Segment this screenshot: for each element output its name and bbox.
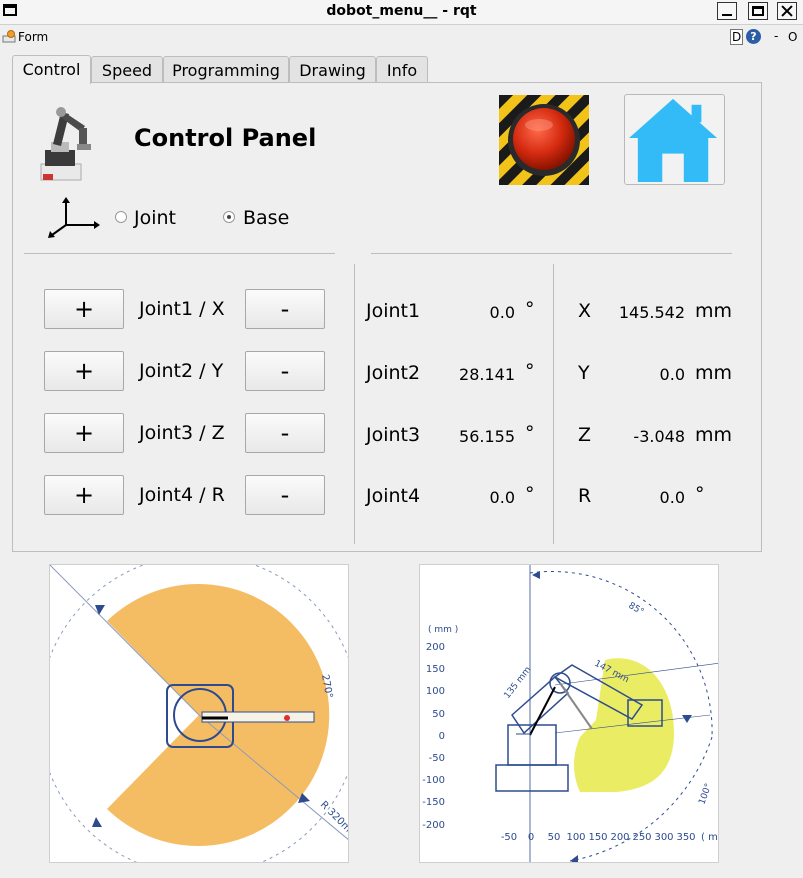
tab-drawing[interactable]: Drawing xyxy=(289,56,376,83)
y-tick-label: -100 xyxy=(422,775,445,786)
mm-unit-label: ( mm ) xyxy=(428,625,458,635)
x-value: 145.542 xyxy=(618,303,685,322)
arm1-length-label: 135 mm xyxy=(502,665,533,701)
x-tick-label: 50 xyxy=(548,832,561,843)
joint3-name: Joint3 xyxy=(366,424,421,446)
x-tick-label: -50 xyxy=(501,832,517,843)
separator xyxy=(24,253,335,254)
angle2-label: 100° xyxy=(697,782,714,806)
robot-arm-image xyxy=(40,107,91,181)
tab-info[interactable]: Info xyxy=(376,56,428,83)
z-value: -3.048 xyxy=(633,427,685,446)
joint1-plus-button[interactable]: + xyxy=(44,289,124,329)
x-name: X xyxy=(578,300,592,322)
minimize-plugin-button[interactable]: - xyxy=(774,29,778,43)
joint3-value: 56.155 xyxy=(459,427,515,446)
joint4-plus-button[interactable]: + xyxy=(44,475,124,515)
emergency-stop-button[interactable] xyxy=(499,95,589,185)
minimize-button[interactable] xyxy=(717,2,737,20)
joint1-value: 0.0 xyxy=(489,303,515,322)
r-unit: ° xyxy=(695,483,705,505)
tab-control[interactable]: Control xyxy=(12,55,91,84)
radio-base[interactable] xyxy=(223,211,235,223)
x-tick-label: 0 xyxy=(528,832,534,843)
separator xyxy=(553,264,554,544)
home-icon xyxy=(629,98,718,183)
reach-radius-label: R 320mm xyxy=(318,799,349,841)
maximize-button[interactable] xyxy=(748,2,768,20)
joint4-unit: ° xyxy=(525,483,535,505)
coordinate-axes-icon xyxy=(48,197,100,238)
y-tick-label: 100 xyxy=(426,686,445,697)
joint4-minus-button[interactable]: - xyxy=(245,475,325,515)
page-title: Control Panel xyxy=(134,124,317,152)
home-button[interactable] xyxy=(624,94,725,185)
joint3-minus-button[interactable]: - xyxy=(245,413,325,453)
joint1-name: Joint1 xyxy=(366,300,421,322)
joint2-unit: ° xyxy=(525,360,535,382)
r-value: 0.0 xyxy=(659,488,685,507)
x-tick-label: 100 xyxy=(566,832,585,843)
title-bar: dobot_menu__ - rqt xyxy=(0,0,803,25)
joint2-name: Joint2 xyxy=(366,362,421,384)
y-value: 0.0 xyxy=(659,365,685,384)
y-tick-label: 50 xyxy=(432,709,445,720)
angle1-label: 85° xyxy=(627,601,646,618)
close-plugin-button[interactable]: O xyxy=(788,30,797,44)
joint3-plus-button[interactable]: + xyxy=(44,413,124,453)
side-view-drawing: ( mm ) 200 150 100 50 0 -50 -100 -150 -2… xyxy=(422,565,719,862)
tab-programming[interactable]: Programming xyxy=(163,56,289,83)
tab-speed[interactable]: Speed xyxy=(91,56,163,83)
radio-joint-label: Joint xyxy=(134,207,176,229)
z-name: Z xyxy=(578,424,592,446)
x-unit-label: ( mm xyxy=(701,832,719,843)
joint2-value: 28.141 xyxy=(459,365,515,384)
y-tick-label: -200 xyxy=(422,820,445,831)
x-tick-label: 200 xyxy=(610,832,629,843)
plugin-icon xyxy=(2,30,16,43)
close-button[interactable] xyxy=(777,2,797,20)
joint4-name: Joint4 xyxy=(366,485,421,507)
y-tick-label: -50 xyxy=(429,753,445,764)
top-view-workspace-diagram: 270° R 320mm xyxy=(49,564,349,863)
z-unit: mm xyxy=(695,424,733,446)
y-tick-label: 200 xyxy=(426,642,445,653)
joint2-jog-label: Joint2 / Y xyxy=(139,360,224,382)
radio-joint[interactable] xyxy=(115,211,127,223)
joint2-minus-button[interactable]: - xyxy=(245,351,325,391)
top-view-drawing: 270° R 320mm xyxy=(50,565,349,862)
separator xyxy=(354,264,355,544)
joint3-jog-label: Joint3 / Z xyxy=(139,422,225,444)
x-tick-label: 150 xyxy=(588,832,607,843)
r-name: R xyxy=(578,485,592,507)
y-tick-label: -150 xyxy=(422,797,445,808)
joint4-jog-label: Joint4 / R xyxy=(139,484,225,506)
x-tick-label: 350 xyxy=(676,832,695,843)
joint1-jog-label: Joint1 / X xyxy=(139,298,225,320)
x-unit: mm xyxy=(695,300,733,322)
help-icon[interactable]: ? xyxy=(746,29,761,44)
joint1-unit: ° xyxy=(525,298,535,320)
joint2-plus-button[interactable]: + xyxy=(44,351,124,391)
radio-base-label: Base xyxy=(243,207,290,229)
window-title: dobot_menu__ - rqt xyxy=(326,3,477,19)
plugin-bar: Form D ? - O xyxy=(0,27,803,49)
separator xyxy=(371,253,732,254)
dock-button[interactable]: D xyxy=(730,29,744,45)
y-tick-label: 150 xyxy=(426,664,445,675)
x-tick-label: 250 xyxy=(632,832,651,843)
y-name: Y xyxy=(578,362,590,384)
side-view-workspace-diagram: ( mm ) 200 150 100 50 0 -50 -100 -150 -2… xyxy=(419,564,719,863)
y-unit: mm xyxy=(695,362,733,384)
y-tick-label: 0 xyxy=(439,731,445,742)
plugin-label: Form xyxy=(18,30,49,44)
x-tick-label: 300 xyxy=(654,832,673,843)
joint4-value: 0.0 xyxy=(489,488,515,507)
joint3-unit: ° xyxy=(525,422,535,444)
joint1-minus-button[interactable]: - xyxy=(245,289,325,329)
